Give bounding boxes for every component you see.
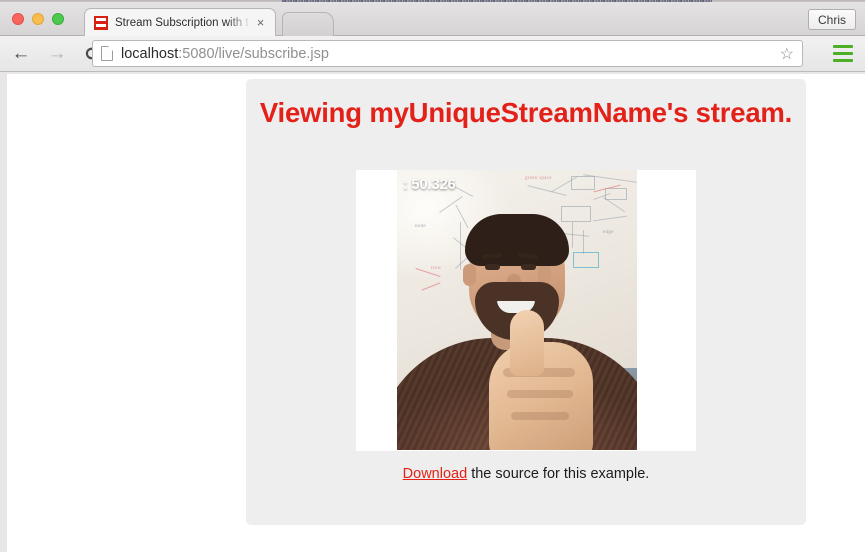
thumbs-up-gesture	[510, 310, 544, 376]
hand-knuckle	[511, 412, 569, 420]
overlay-value: 50.326	[411, 177, 456, 193]
browser-tab-active[interactable]: Stream Subscription with t ×	[84, 8, 276, 36]
ink-annotation: flow	[431, 266, 442, 271]
forward-arrow-icon: →	[47, 43, 67, 64]
back-button[interactable]: ←	[6, 39, 36, 69]
content-card: Viewing myUniqueStreamName's stream. gre…	[246, 79, 806, 525]
person-eye	[485, 264, 500, 270]
ink-annotation: green space	[525, 176, 552, 181]
browser-titlebar: Stream Subscription with t × Chris	[0, 2, 865, 36]
overlay-clipped-prefix: :	[403, 177, 408, 193]
browser-menu-icon[interactable]	[833, 45, 853, 62]
maximize-window-button[interactable]	[52, 13, 64, 25]
menu-line	[833, 59, 853, 62]
screen-root: Stream Subscription with t × Chris ← → ⟳…	[0, 0, 865, 552]
url-path: :5080/live/subscribe.jsp	[178, 45, 329, 62]
minimize-window-button[interactable]	[32, 13, 44, 25]
page-viewport: Viewing myUniqueStreamName's stream. gre…	[7, 74, 865, 552]
browser-toolbar: ← → ⟳ localhost:5080/live/subscribe.jsp …	[0, 36, 865, 72]
menu-line	[833, 45, 853, 48]
address-bar[interactable]: localhost:5080/live/subscribe.jsp ☆	[92, 40, 803, 67]
red5-favicon-icon	[94, 15, 108, 30]
ink-box-highlight	[573, 252, 599, 268]
bookmark-star-icon[interactable]: ☆	[780, 45, 794, 64]
page-title: Viewing myUniqueStreamName's stream.	[259, 97, 793, 128]
source-download-line: Download the source for this example.	[246, 466, 806, 482]
person-ear	[463, 264, 476, 286]
video-player[interactable]: green space flow node srv edge	[356, 170, 696, 451]
ink-stroke	[455, 204, 469, 229]
download-source-link[interactable]: Download	[403, 466, 468, 482]
profile-button[interactable]: Chris	[807, 9, 856, 30]
url-host: localhost	[121, 45, 179, 62]
forward-button[interactable]: →	[42, 39, 72, 69]
profile-name-label: Chris	[817, 12, 846, 27]
download-rest-text: the source for this example.	[467, 466, 650, 482]
ink-annotation: edge	[603, 230, 614, 235]
page-document-icon	[101, 46, 113, 61]
video-timestamp-overlay: : 50.326	[403, 177, 456, 193]
close-window-button[interactable]	[12, 13, 24, 25]
menu-line	[833, 52, 853, 55]
tab-title: Stream Subscription with t	[115, 16, 249, 29]
ink-box	[571, 176, 595, 190]
person-hair	[465, 214, 569, 266]
person-eye	[521, 264, 536, 270]
live-video-stream[interactable]: green space flow node srv edge	[397, 170, 637, 450]
new-tab-button[interactable]	[282, 12, 334, 36]
ink-stroke	[593, 215, 627, 222]
ink-annotation: node	[415, 224, 426, 229]
person-mustache	[489, 288, 545, 301]
ink-stroke	[421, 282, 441, 291]
tab-close-icon[interactable]: ×	[254, 16, 267, 29]
window-controls[interactable]	[12, 13, 64, 25]
ink-box	[561, 206, 591, 222]
browser-window: Stream Subscription with t × Chris ← → ⟳…	[0, 2, 865, 552]
hand-knuckle	[507, 390, 573, 398]
address-bar-url: localhost:5080/live/subscribe.jsp	[121, 46, 329, 62]
back-arrow-icon: ←	[11, 43, 31, 64]
ink-stroke	[583, 230, 584, 254]
